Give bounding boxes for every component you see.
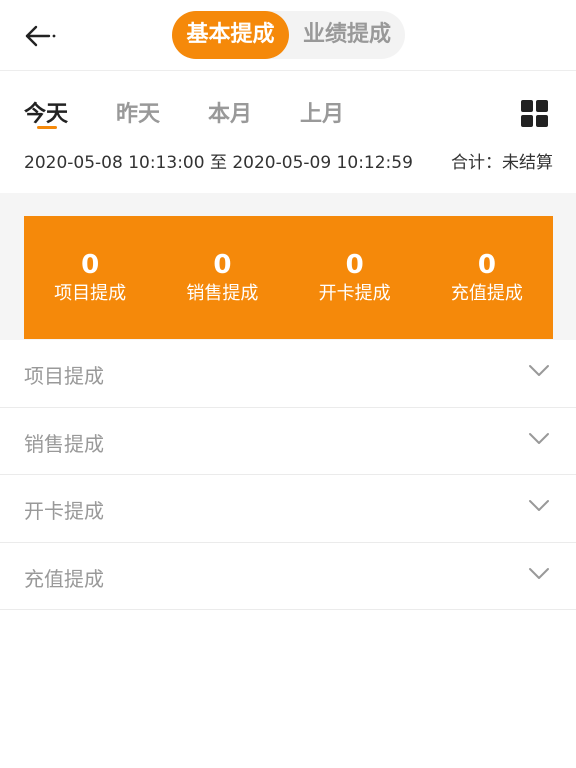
section-project-commission[interactable]: 项目提成 [0,340,576,408]
chevron-down-icon [529,500,549,511]
section-label: 项目提成 [24,364,104,388]
date-range: 2020-05-08 10:13:00 至 2020-05-09 10:12:5… [24,153,413,173]
mode-segmented-control: 基本提成 业绩提成 [172,11,405,59]
stat-label: 项目提成 [54,283,127,304]
segment-performance-commission[interactable]: 业绩提成 [289,11,405,59]
stat-label: 开卡提成 [318,283,391,304]
stat-card-commission: 0 开卡提成 [289,216,421,339]
chevron-down-icon [529,365,549,376]
section-card-commission[interactable]: 开卡提成 [0,475,576,543]
grid-icon[interactable] [521,100,548,127]
stat-value: 0 [345,250,364,280]
chevron-down-icon [529,567,549,579]
stat-sales-commission: 0 销售提成 [156,216,288,339]
total-status: 合计：未结算 [451,153,553,173]
segment-basic-commission[interactable]: 基本提成 [172,11,289,59]
tab-yesterday[interactable]: 昨天 [116,96,160,128]
active-tab-indicator [37,126,57,129]
stat-value: 0 [81,250,100,280]
commission-sections: 项目提成 销售提成 开卡提成 充值提成 [0,340,576,610]
chevron-down-icon [529,432,549,444]
section-recharge-commission[interactable]: 充值提成 [0,543,576,610]
stat-value: 0 [477,250,496,280]
tab-last-month[interactable]: 上月 [300,96,344,128]
stat-label: 充值提成 [450,283,523,304]
back-button[interactable] [22,18,58,54]
back-arrow-icon [25,25,56,47]
section-label: 销售提成 [24,431,104,456]
tab-today[interactable]: 今天 [24,96,68,128]
section-label: 开卡提成 [24,499,104,523]
stat-value: 0 [213,250,232,280]
section-label: 充值提成 [24,566,104,591]
stat-recharge-commission: 0 充值提成 [421,216,553,339]
stat-label: 销售提成 [186,283,259,304]
summary-card: 0 项目提成 0 销售提成 0 开卡提成 0 充值提成 [24,216,553,339]
section-sales-commission[interactable]: 销售提成 [0,408,576,475]
tab-this-month[interactable]: 本月 [208,96,252,128]
top-bar: 基本提成 业绩提成 [0,0,576,71]
date-tabs: 今天 昨天 本月 上月 [0,72,576,140]
stat-project-commission: 0 项目提成 [24,216,156,339]
